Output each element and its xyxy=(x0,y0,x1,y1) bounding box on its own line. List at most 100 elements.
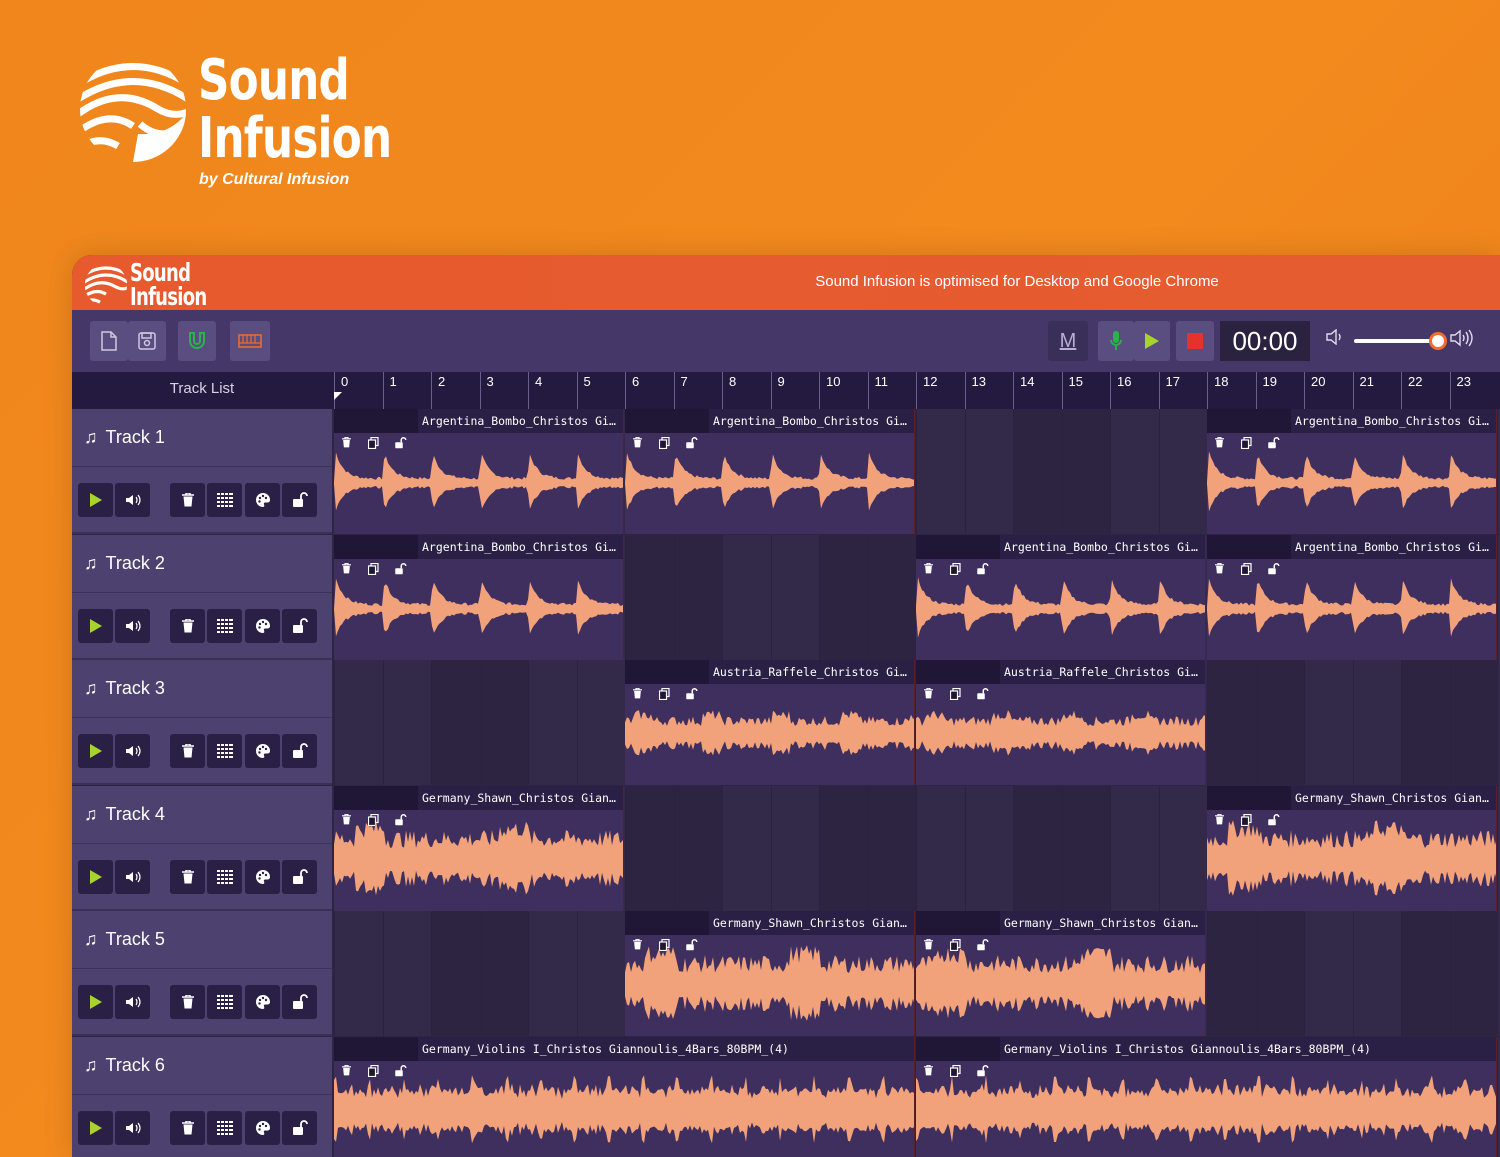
new-file-button[interactable] xyxy=(90,321,128,361)
keyboard-button[interactable] xyxy=(230,321,270,361)
clip-header[interactable]: Argentina_Bombo_Christos Giann… xyxy=(334,409,623,449)
lane-gridline xyxy=(1013,785,1014,911)
lane-gridline xyxy=(673,785,675,911)
playhead-marker[interactable] xyxy=(334,392,342,400)
track-lane[interactable]: Germany_Shawn_Christos Giannou… Germany_S… xyxy=(334,911,1500,1036)
ruler-tick-label: 16 xyxy=(1117,374,1132,389)
track-delete-button[interactable] xyxy=(170,1110,205,1145)
track-header[interactable]: ♫ Track 2 xyxy=(72,535,332,593)
audio-clip[interactable]: Germany_Shawn_Christos Giannou… xyxy=(625,911,915,1036)
clip-header[interactable]: Germany_Shawn_Christos Giannou… xyxy=(625,911,914,951)
audio-clip[interactable]: Germany_Violins I_Christos Giannoulis_4B… xyxy=(334,1036,915,1157)
track-effects-button[interactable] xyxy=(207,734,242,768)
track-header[interactable]: ♫ Track 5 xyxy=(72,911,332,969)
save-button[interactable] xyxy=(128,321,166,361)
clip-header[interactable]: Germany_Violins I_Christos Giannoulis_4B… xyxy=(916,1036,1496,1077)
track-lock-button[interactable] xyxy=(282,1110,317,1145)
track-effects-button[interactable] xyxy=(207,985,242,1019)
snap-magnet-button[interactable] xyxy=(178,321,216,361)
track-header[interactable]: ♫ Track 3 xyxy=(72,660,332,718)
track-lane[interactable]: Germany_Shawn_Christos Giannou… Germany_S… xyxy=(334,785,1500,911)
track-header[interactable]: ♫ Track 1 xyxy=(72,409,332,467)
audio-clip[interactable]: Argentina_Bombo_Christos Giann… xyxy=(334,409,624,534)
audio-clip[interactable]: Argentina_Bombo_Christos Giann… xyxy=(1207,409,1497,534)
track-color-button[interactable] xyxy=(245,483,280,517)
metronome-button[interactable]: M xyxy=(1048,321,1088,361)
track-delete-button[interactable] xyxy=(170,859,205,894)
track-lock-button[interactable] xyxy=(282,734,317,768)
audio-clip[interactable]: Austria_Raffele_Christos Giann… xyxy=(625,660,915,785)
track-play-button[interactable] xyxy=(78,483,113,517)
track-lane[interactable]: Argentina_Bombo_Christos Giann… Argentina… xyxy=(334,534,1500,660)
track-color-button[interactable] xyxy=(245,859,280,894)
stop-button[interactable] xyxy=(1176,321,1214,361)
ruler-tick: 3 xyxy=(479,372,494,409)
track-mute-button[interactable] xyxy=(115,483,150,517)
track-color-button[interactable] xyxy=(245,1110,280,1145)
track-play-button[interactable] xyxy=(78,608,113,643)
banner-logo[interactable]: Sound Infusion xyxy=(84,258,214,311)
track-mute-button[interactable] xyxy=(115,1110,150,1145)
track-delete-button[interactable] xyxy=(170,985,205,1019)
track-play-button[interactable] xyxy=(78,734,113,768)
track-effects-button[interactable] xyxy=(207,859,242,894)
clip-actions xyxy=(916,911,1000,951)
lane-beat-shade xyxy=(1207,660,1256,785)
clip-header[interactable]: Argentina_Bombo_Christos Giann… xyxy=(916,534,1205,575)
volume-slider-track[interactable] xyxy=(1354,339,1438,343)
audio-clip[interactable]: Germany_Shawn_Christos Giannou… xyxy=(1207,785,1497,911)
clip-header[interactable]: Argentina_Bombo_Christos Giann… xyxy=(334,534,623,575)
track-color-button[interactable] xyxy=(245,985,280,1019)
timeline-ruler[interactable]: 0 1 2 3 4 5 6 7 8 9 10 11 12 13 14 15 16 17 18 19 20 21 22 23 xyxy=(332,372,1500,409)
clip-header[interactable]: Germany_Shawn_Christos Giannou… xyxy=(916,911,1205,951)
clip-actions xyxy=(334,409,418,449)
track-effects-button[interactable] xyxy=(207,1110,242,1145)
audio-clip[interactable]: Germany_Shawn_Christos Giannou… xyxy=(916,911,1206,1036)
audio-clip[interactable]: Argentina_Bombo_Christos Giann… xyxy=(625,409,915,534)
track-play-button[interactable] xyxy=(78,985,113,1019)
clip-header[interactable]: Germany_Shawn_Christos Giannou… xyxy=(1207,785,1496,826)
track-mute-button[interactable] xyxy=(115,985,150,1019)
track-lane[interactable]: Germany_Violins I_Christos Giannoulis_4B… xyxy=(334,1036,1500,1157)
track-effects-button[interactable] xyxy=(207,483,242,517)
track-mute-button[interactable] xyxy=(115,734,150,768)
audio-clip[interactable]: Argentina_Bombo_Christos Giann… xyxy=(916,534,1206,660)
track-header[interactable]: ♫ Track 6 xyxy=(72,1037,332,1095)
clip-header[interactable]: Germany_Violins I_Christos Giannoulis_4B… xyxy=(334,1036,914,1077)
track-lane[interactable]: Argentina_Bombo_Christos Giann… Argentina… xyxy=(334,409,1500,534)
track-play-button[interactable] xyxy=(78,859,113,894)
track-color-button[interactable] xyxy=(245,734,280,768)
clip-header[interactable]: Germany_Shawn_Christos Giannou… xyxy=(334,785,623,826)
track-delete-button[interactable] xyxy=(170,608,205,643)
record-mic-button[interactable] xyxy=(1098,321,1134,361)
audio-clip[interactable]: Germany_Violins I_Christos Giannoulis_4B… xyxy=(916,1036,1497,1157)
track-lock-button[interactable] xyxy=(282,608,317,643)
ruler-tick: 5 xyxy=(576,372,591,409)
track-delete-button[interactable] xyxy=(170,734,205,768)
clip-header[interactable]: Austria_Raffele_Christos Giann… xyxy=(916,660,1205,700)
volume-high-icon[interactable] xyxy=(1450,329,1474,352)
audio-clip[interactable]: Argentina_Bombo_Christos Giann… xyxy=(334,534,624,660)
volume-low-icon[interactable] xyxy=(1326,328,1344,350)
track-effects-button[interactable] xyxy=(207,608,242,643)
lane-gridline xyxy=(867,785,869,911)
track-mute-button[interactable] xyxy=(115,608,150,643)
track-play-button[interactable] xyxy=(78,1110,113,1145)
track-lock-button[interactable] xyxy=(282,483,317,517)
audio-clip[interactable]: Germany_Shawn_Christos Giannou… xyxy=(334,785,624,911)
audio-clip[interactable]: Argentina_Bombo_Christos Giann… xyxy=(1207,534,1497,660)
track-lane[interactable]: Austria_Raffele_Christos Giann… Austria_R… xyxy=(334,660,1500,785)
track-lock-button[interactable] xyxy=(282,859,317,894)
clip-header[interactable]: Austria_Raffele_Christos Giann… xyxy=(625,660,914,700)
volume-slider-handle[interactable] xyxy=(1429,332,1447,350)
clip-header[interactable]: Argentina_Bombo_Christos Giann… xyxy=(1207,409,1496,449)
track-mute-button[interactable] xyxy=(115,859,150,894)
play-button[interactable] xyxy=(1134,321,1170,361)
track-color-button[interactable] xyxy=(245,608,280,643)
audio-clip[interactable]: Austria_Raffele_Christos Giann… xyxy=(916,660,1206,785)
clip-header[interactable]: Argentina_Bombo_Christos Giann… xyxy=(625,409,914,449)
track-header[interactable]: ♫ Track 4 xyxy=(72,786,332,844)
clip-header[interactable]: Argentina_Bombo_Christos Giann… xyxy=(1207,534,1496,575)
track-delete-button[interactable] xyxy=(170,483,205,517)
track-lock-button[interactable] xyxy=(282,985,317,1019)
